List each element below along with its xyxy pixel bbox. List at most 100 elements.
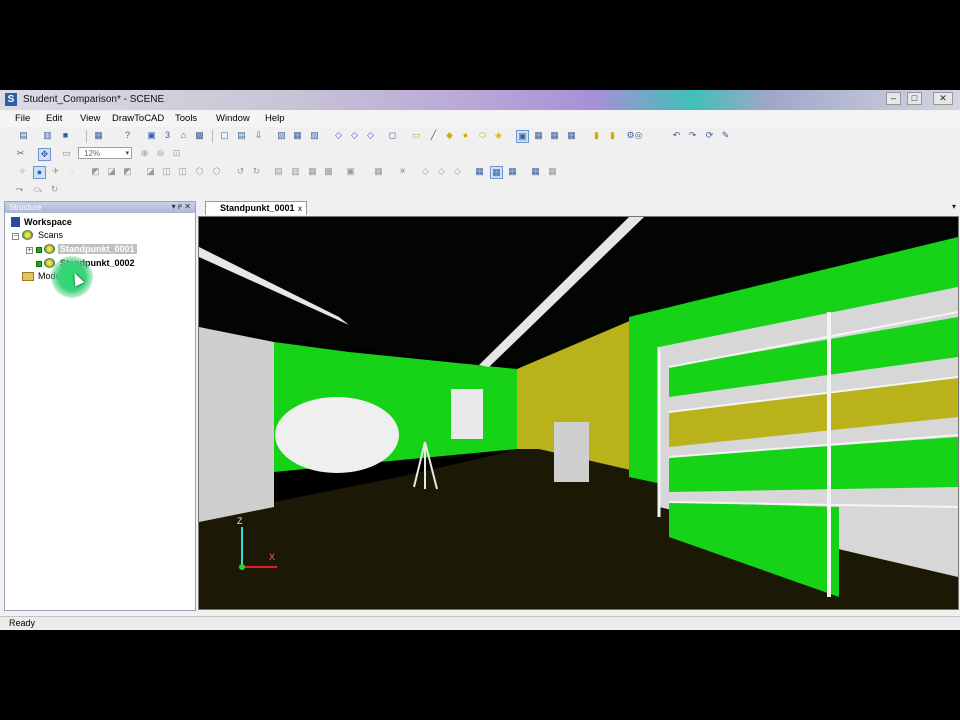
menu-tools[interactable]: Tools (175, 113, 197, 124)
maximize-button[interactable]: □ (907, 92, 922, 105)
orbit-icon[interactable]: ◌ (66, 166, 77, 177)
menu-view[interactable]: View (80, 113, 100, 124)
scene-app-icon[interactable]: S (5, 93, 17, 106)
cube-iso-icon[interactable]: ⬡ (211, 166, 222, 177)
minimize-button[interactable]: – (886, 92, 901, 105)
grid-icon[interactable]: ▨ (309, 130, 320, 141)
view-front-icon[interactable]: ◩ (90, 166, 101, 177)
rotate-right-icon[interactable]: ↻ (251, 166, 262, 177)
view-back-icon[interactable]: ◪ (106, 166, 117, 177)
layout-3-icon[interactable]: ▦ (507, 166, 518, 177)
refresh-icon[interactable]: ⟳ (704, 130, 715, 141)
tree-workspace[interactable]: Workspace (24, 217, 72, 227)
view-3d-icon[interactable]: 3 (162, 130, 173, 141)
zoom-window-icon[interactable]: ⊡ (171, 148, 182, 159)
measure-distance-icon[interactable]: ▤ (273, 166, 284, 177)
clip-reset-icon[interactable]: ▦ (566, 130, 577, 141)
cube-view-icon[interactable]: ⬡ (194, 166, 205, 177)
display-mode-icon[interactable]: ▣ (345, 166, 356, 177)
measure-icon[interactable]: ▦ (292, 130, 303, 141)
ellipse-select-icon[interactable]: ⬭ (477, 130, 488, 141)
layout-4-icon[interactable]: ▦ (530, 166, 541, 177)
paste-icon[interactable]: ▤ (236, 130, 247, 141)
circle-select-icon[interactable]: ● (460, 130, 471, 141)
zoom-combo[interactable]: 12% ▾ (78, 147, 132, 159)
undo-icon[interactable]: ↶ (671, 130, 682, 141)
menu-drawtocad[interactable]: DrawToCAD (112, 113, 164, 124)
lighting-icon[interactable]: ☀ (397, 166, 408, 177)
cut-icon[interactable]: ✂ (15, 148, 26, 159)
point-size-icon[interactable]: ◇ (420, 166, 431, 177)
tree-scans-folder[interactable]: Scans (38, 230, 63, 240)
rectangle-select-icon[interactable]: ▭ (411, 130, 422, 141)
print-icon[interactable]: ▦ (93, 130, 104, 141)
settings-icon[interactable]: ✎ (720, 130, 731, 141)
menu-window[interactable]: Window (216, 113, 250, 124)
redo-icon[interactable]: ↷ (687, 130, 698, 141)
annotation-icon[interactable]: ▦ (307, 166, 318, 177)
rotate-left-icon[interactable]: ↺ (235, 166, 246, 177)
tab-overflow-icon[interactable]: ▾ (952, 202, 956, 211)
structure-panel-title: Structure (9, 203, 42, 212)
scan-link-icon[interactable]: ⤼ (32, 184, 43, 195)
view-bottom-icon[interactable]: ◫ (177, 166, 188, 177)
panel-controls[interactable]: ▾ ᴘ ✕ (172, 202, 191, 211)
view-2d-icon[interactable]: ▣ (146, 130, 157, 141)
invert-icon[interactable]: ◇ (365, 130, 376, 141)
view-right-icon[interactable]: ◪ (145, 166, 156, 177)
view-left-icon[interactable]: ◩ (122, 166, 133, 177)
title-bar[interactable]: S Student_Comparison* - SCENE – □ ✕ (0, 90, 960, 110)
deselect-icon[interactable]: ◇ (349, 130, 360, 141)
clip-inside-icon[interactable]: ▦ (533, 130, 544, 141)
select-icon[interactable]: ◇ (333, 130, 344, 141)
tab-close-icon[interactable]: x (298, 202, 302, 215)
layout-1-icon[interactable]: ▦ (474, 166, 485, 177)
help-icon[interactable]: ? (122, 130, 133, 141)
lasso-select-icon[interactable]: ◈ (493, 130, 504, 141)
filter-alt-icon[interactable]: ▮ (607, 130, 618, 141)
layout-5-icon[interactable]: ▦ (547, 166, 558, 177)
globe-view-icon[interactable]: ● (33, 166, 46, 179)
scan-3d-viewport[interactable]: Z X (198, 216, 959, 610)
register-icon[interactable]: ▧ (276, 130, 287, 141)
home-view-icon[interactable]: ⌂ (178, 130, 189, 141)
workspace-icon[interactable]: ▩ (194, 130, 205, 141)
walk-icon[interactable]: ✧ (17, 166, 28, 177)
copy-icon[interactable]: ▢ (219, 130, 230, 141)
target-icon[interactable]: ◎ (633, 130, 644, 141)
import-icon[interactable]: ⇩ (253, 130, 264, 141)
selection-mode-icon[interactable]: ▣ (516, 130, 529, 143)
filter-icon[interactable]: ▮ (591, 130, 602, 141)
color-mode-icon[interactable]: ◇ (452, 166, 463, 177)
fly-icon[interactable]: ✈ (50, 166, 61, 177)
pan-icon[interactable]: ✥ (38, 148, 51, 161)
zoom-in-icon[interactable]: ⊕ (139, 148, 150, 159)
scan-marker-icon[interactable]: ⤳ (14, 184, 25, 195)
menu-help[interactable]: Help (265, 113, 285, 124)
open-file-icon[interactable]: ▥ (42, 130, 53, 141)
menu-edit[interactable]: Edit (46, 113, 62, 124)
new-file-icon[interactable]: ▤ (18, 130, 29, 141)
measure-area-icon[interactable]: ▥ (290, 166, 301, 177)
grid-toggle-icon[interactable]: ▦ (373, 166, 384, 177)
expand-scan-1-toggle[interactable]: + (26, 247, 33, 254)
clip-outside-icon[interactable]: ▦ (549, 130, 560, 141)
marker-icon[interactable]: ◻ (387, 130, 398, 141)
menu-bar: File Edit View DrawToCAD Tools Window He… (0, 111, 960, 127)
close-button[interactable]: ✕ (933, 92, 953, 105)
tab-standpunkt-0001[interactable]: Standpunkt_0001 x (205, 201, 307, 215)
save-icon[interactable]: ■ (60, 130, 71, 141)
zoom-out-icon[interactable]: ⊖ (155, 148, 166, 159)
scan-refresh-icon[interactable]: ↻ (49, 184, 60, 195)
chevron-down-icon[interactable]: ▾ (125, 148, 129, 159)
layout-2-icon[interactable]: ▦ (490, 166, 503, 179)
polygon-select-icon[interactable]: ◆ (444, 130, 455, 141)
point-filter-icon[interactable]: ◇ (436, 166, 447, 177)
view-top-icon[interactable]: ◫ (161, 166, 172, 177)
expand-scans-toggle[interactable]: − (12, 233, 19, 240)
tree-scan-1[interactable]: Standpunkt_0001 (58, 244, 137, 254)
camera-icon[interactable]: ▩ (323, 166, 334, 177)
fit-view-icon[interactable]: ▭ (61, 148, 72, 159)
menu-file[interactable]: File (15, 113, 30, 124)
line-select-icon[interactable]: ╱ (428, 130, 439, 141)
